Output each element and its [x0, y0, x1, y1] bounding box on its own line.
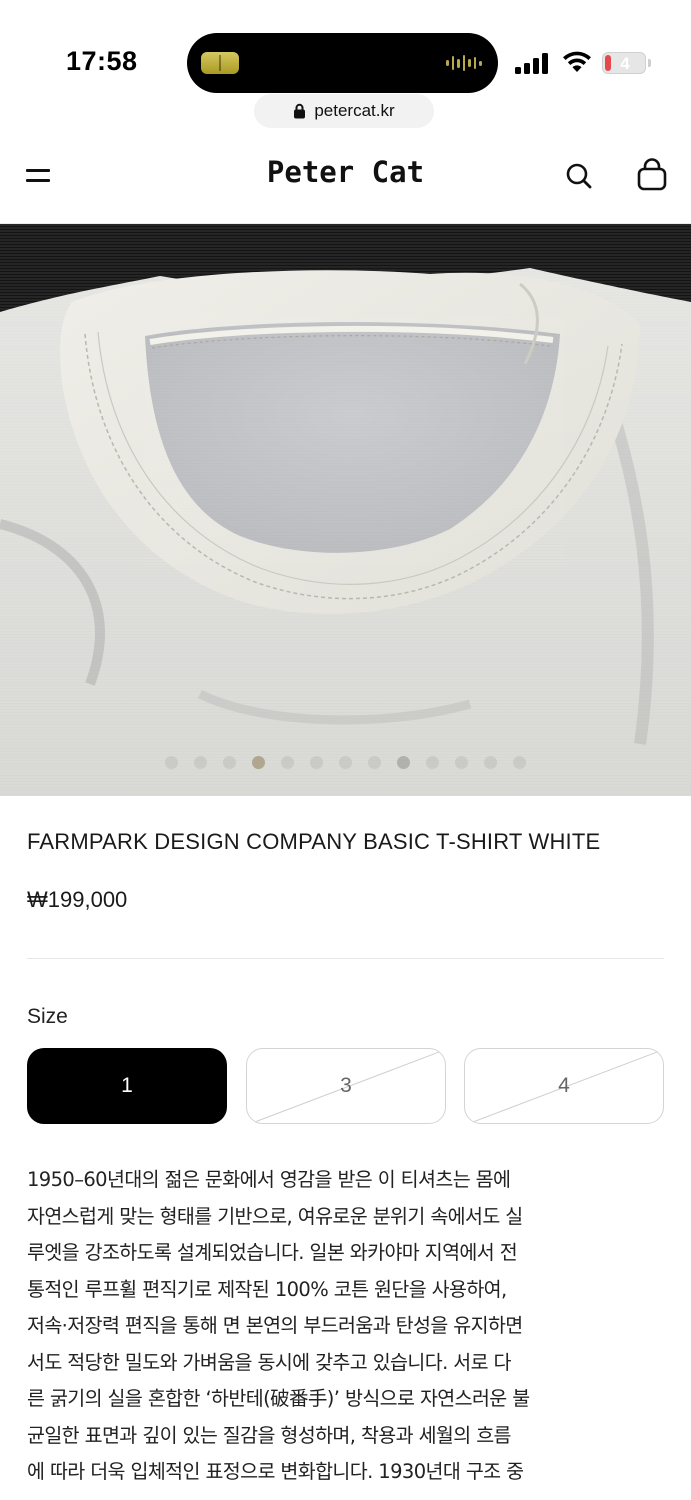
carousel-dot[interactable] [484, 756, 497, 769]
size-option-1[interactable]: 1 [27, 1048, 227, 1124]
description-line: 루엣을 강조하도록 설계되었습니다. 일본 와카야마 지역에서 전 [27, 1241, 518, 1264]
divider [27, 958, 664, 959]
carousel-dot[interactable] [513, 756, 526, 769]
carousel-dot[interactable] [310, 756, 323, 769]
description-line: 른 굵기의 실을 혼합한 ‘하반테(破番手)’ 방식으로 자연스러운 불 [27, 1387, 530, 1410]
url-text: petercat.kr [314, 101, 395, 120]
product-description: 1950–60년대의 젊은 문화에서 영감을 받은 이 티셔츠는 몸에 자연스럽… [27, 1162, 627, 1491]
description-line: 서도 적당한 밀도와 가벼움을 동시에 갖추고 있습니다. 서로 다 [27, 1350, 511, 1374]
carousel-dot[interactable] [426, 756, 439, 769]
wifi-icon [563, 51, 591, 72]
dynamic-island[interactable] [187, 33, 498, 93]
battery-level: 4 [620, 54, 630, 73]
carousel-indicators[interactable] [0, 756, 691, 769]
product-price: ₩199,000 [27, 887, 128, 912]
shopping-bag-icon[interactable] [633, 156, 671, 194]
carousel-dot[interactable] [281, 756, 294, 769]
description-line: 통적인 루프휠 편직기로 제작된 100% 코튼 원단을 사용하여, [27, 1277, 507, 1301]
size-option-3-sold-out[interactable]: 3 [246, 1048, 446, 1124]
battery-cap [648, 59, 651, 67]
product-photo [0, 224, 691, 796]
size-label: Size [27, 1005, 68, 1028]
product-title: FARMPARK DESIGN COMPANY BASIC T-SHIRT WH… [27, 829, 601, 854]
site-header: Peter Cat [0, 130, 691, 224]
status-bar: 17:58 4 [0, 0, 691, 96]
address-bar[interactable]: petercat.kr [254, 94, 434, 128]
size-option-4-sold-out[interactable]: 4 [464, 1048, 664, 1124]
carousel-dot[interactable] [397, 756, 410, 769]
carousel-dot[interactable] [223, 756, 236, 769]
cellular-signal-icon [515, 52, 551, 74]
description-line: 에 따라 더욱 입체적인 표정으로 변화합니다. 1930년대 구조 중 [27, 1460, 524, 1483]
live-activity-icon [201, 52, 239, 74]
description-line: 저속·저장력 편직을 통해 면 본연의 부드러움과 탄성을 유지하면 [27, 1314, 523, 1337]
battery-icon: 4 [602, 52, 646, 74]
size-option-label: 1 [121, 1074, 133, 1097]
carousel-dot-active[interactable] [252, 756, 265, 769]
carousel-dot[interactable] [194, 756, 207, 769]
size-option-label: 3 [340, 1074, 352, 1097]
description-line: 1950–60년대의 젊은 문화에서 영감을 받은 이 티셔츠는 몸에 [27, 1168, 511, 1191]
description-line: 자연스럽게 맞는 형태를 기반으로, 여유로운 분위기 속에서도 실 [27, 1204, 523, 1228]
carousel-dot[interactable] [368, 756, 381, 769]
size-selector: 1 3 4 [27, 1048, 664, 1124]
description-line: 균일한 표면과 깊이 있는 질감을 형성하며, 착용과 세월의 흐름 [27, 1423, 511, 1447]
size-option-label: 4 [558, 1074, 570, 1097]
carousel-dot[interactable] [165, 756, 178, 769]
lock-icon [294, 103, 306, 119]
carousel-dot[interactable] [339, 756, 352, 769]
audio-waveform-icon [446, 53, 483, 73]
carousel-dot[interactable] [455, 756, 468, 769]
product-image-carousel[interactable] [0, 224, 691, 796]
status-time: 17:58 [66, 46, 138, 76]
search-icon[interactable] [562, 159, 596, 193]
